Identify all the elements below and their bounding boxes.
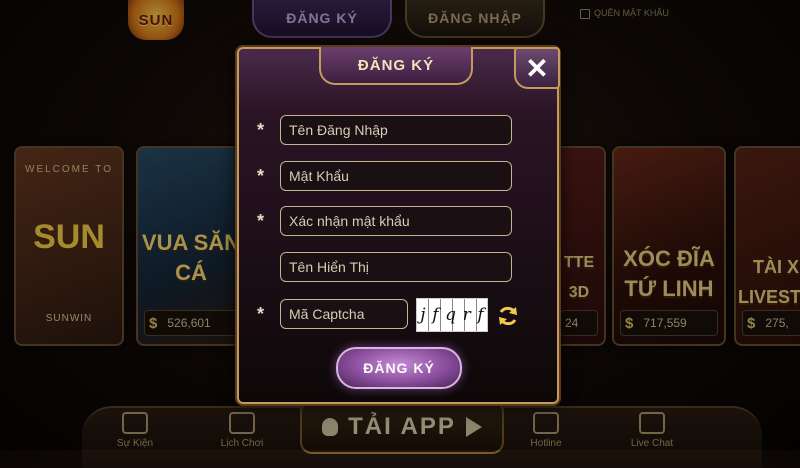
captcha-char: j — [420, 305, 426, 325]
captcha-char: f — [432, 305, 439, 325]
refresh-captcha-icon[interactable] — [496, 304, 520, 328]
close-button[interactable]: ✕ — [514, 47, 560, 89]
register-submit-button[interactable]: ĐĂNG KÝ — [336, 347, 462, 389]
confirm-password-input[interactable] — [280, 206, 512, 236]
password-input[interactable] — [280, 161, 512, 191]
required-mark: * — [257, 304, 265, 324]
required-mark: * — [257, 166, 265, 186]
required-mark: * — [257, 120, 265, 140]
username-input[interactable] — [280, 115, 512, 145]
captcha-char: r — [462, 305, 471, 325]
captcha-char: f — [477, 305, 484, 325]
display-name-input[interactable] — [280, 252, 512, 282]
close-icon: ✕ — [525, 52, 549, 84]
required-mark: * — [257, 211, 265, 231]
modal-title: ĐĂNG KÝ — [319, 47, 473, 85]
captcha-input[interactable] — [280, 299, 408, 329]
captcha-char: q — [445, 305, 456, 325]
captcha-image: j f q r f — [416, 298, 488, 332]
